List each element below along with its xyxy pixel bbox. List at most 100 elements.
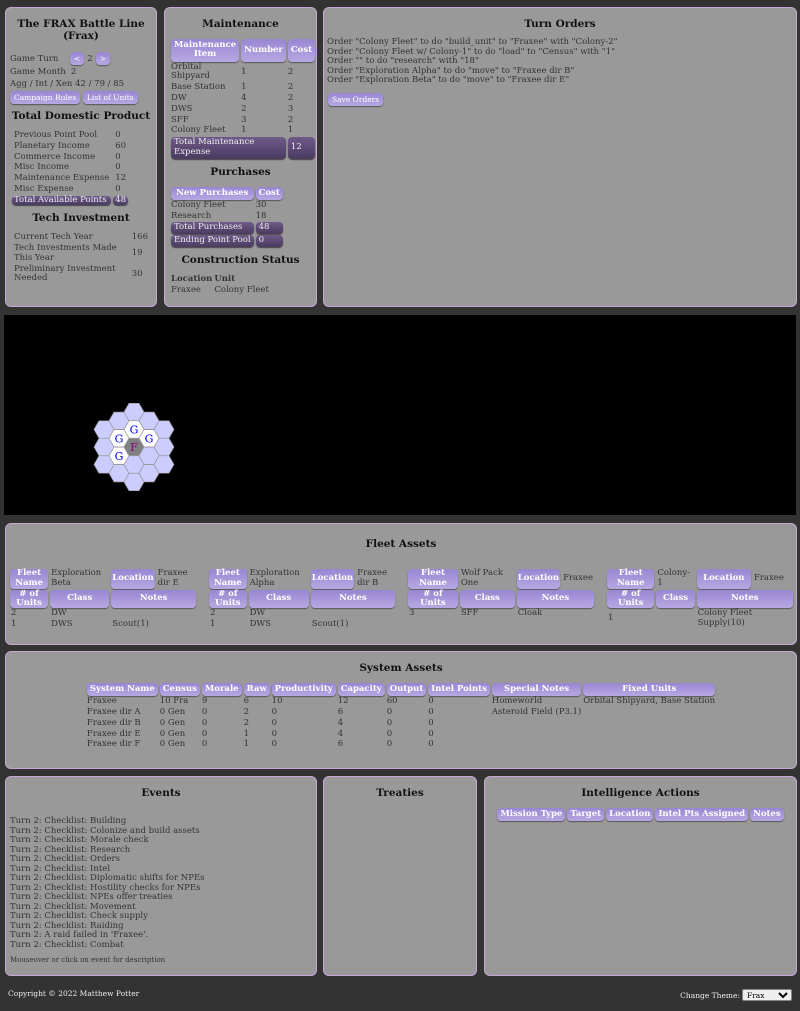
cell [656, 609, 694, 629]
table-row: Fraxee dir F 0 Gen 0 1 0 6 0 0 [87, 740, 715, 750]
cell: 0 [271, 717, 278, 728]
cell: 6 [337, 707, 344, 718]
fleet-table: Fleet Name Wolf Pack One Location Fraxee # o… [406, 568, 596, 620]
home-system-label: F [130, 441, 138, 454]
column-header: Raw [243, 683, 270, 697]
notes-header: Notes [310, 589, 395, 609]
cell: 0 Gen [159, 717, 186, 728]
tech-table: Current Tech Year 166 Tech Investments Mad… [10, 232, 152, 285]
cell [583, 740, 715, 750]
turn-orders-panel: Turn Orders Order "Colony Fleet" to do "… [323, 7, 797, 307]
list-of-units-button[interactable]: List of Units [82, 91, 138, 104]
header-row: Mission Type Target Location Intel Pts Assi… [497, 808, 784, 822]
cell: Base Station [171, 82, 226, 93]
hex-map-canvas[interactable]: GGGFG [4, 315, 796, 515]
cell: 1 [241, 82, 247, 93]
purchases-table: New Purchases Cost Colony Fleet 30 Research 1… [169, 186, 285, 248]
campaign-rules-button[interactable]: Campaign Rules [10, 91, 81, 104]
order-line: Order "Exploration Beta" to do "move" to… [327, 75, 570, 85]
cell: 2 [287, 114, 294, 125]
cell: DWS [171, 103, 193, 114]
cell: Cloak [517, 608, 543, 619]
orders-list: Order "Colony Fleet" to do "build_unit" … [327, 37, 792, 86]
cell [492, 719, 581, 729]
table-row: Fraxee dir E 0 Gen 0 1 0 4 0 0 [87, 728, 715, 740]
fleet-name-label: Fleet Name [10, 569, 49, 589]
row-value: 0 [115, 151, 121, 162]
fleet-name: Colony-1 [657, 568, 691, 588]
table-row: Orbital Shipyard 1 2 [171, 62, 315, 83]
notes-header: Notes [696, 589, 793, 609]
notes-header: Notes [111, 589, 196, 609]
class-header: Class [50, 589, 110, 609]
fleet-assets-panel: Fleet Assets Fleet Name Exploration Beta L… [5, 523, 797, 645]
cell: 0 [428, 739, 434, 750]
table-row: Planetary Income 60 [12, 141, 128, 152]
cell: 18 [255, 210, 267, 221]
cell: 0 [271, 739, 278, 750]
cell: 1 [241, 125, 247, 136]
cell: 2 [287, 82, 294, 93]
cell: Colony Fleet [171, 199, 226, 210]
colony-label: G [130, 424, 139, 437]
table-row: Misc Income 0 [12, 163, 128, 173]
purchases-title: Purchases [210, 165, 271, 178]
game-turn-label: Game Turn [10, 53, 59, 64]
cell: Fraxee [171, 284, 201, 295]
colony-label: G [115, 450, 124, 463]
cell: DWS [51, 618, 73, 629]
header-row: New Purchases Cost [171, 186, 283, 200]
events-hint: Mouseover or click on event for descript… [10, 956, 166, 964]
treaties-title: Treaties [376, 787, 424, 799]
game-month-label: Game Month [10, 67, 66, 77]
row-value: 19 [131, 248, 143, 258]
empire-subtitle: (Frax) [63, 30, 99, 42]
cell: 1 [243, 739, 249, 750]
column-header: Capacity [337, 683, 385, 697]
table-row: Base Station 1 2 [171, 82, 315, 93]
cell: 1 [11, 618, 17, 629]
save-orders-button[interactable]: Save Orders [328, 92, 384, 106]
cell: 2 [241, 103, 247, 114]
next-turn-button[interactable]: > [95, 52, 111, 65]
table-row: Colony Fleet 1 1 [171, 126, 315, 136]
row-label: Current Tech Year [14, 232, 93, 243]
fleet-columns-row: # of Units Class Notes [209, 589, 395, 609]
treaties-panel: Treaties [323, 776, 477, 976]
cell: 0 [386, 739, 393, 750]
colony-label: G [145, 432, 154, 445]
total-value: 0 [255, 235, 283, 247]
prev-turn-button[interactable]: < [70, 52, 85, 65]
column-header: Cost [255, 186, 283, 200]
row-label: Previous Point Pool [14, 130, 98, 140]
copyright: Copyright © 2022 Matthew Potter [8, 989, 140, 998]
total-label: Total Maintenance Expense [171, 137, 286, 159]
cell: 0 [201, 717, 208, 728]
cell: 12 [337, 696, 349, 707]
cell: 0 [201, 728, 208, 739]
column-header: Maintenance Item [171, 39, 240, 62]
game-turn-value: 2 [87, 53, 93, 64]
column-header: Census [159, 683, 200, 697]
class-header: Class [656, 589, 695, 609]
event-item[interactable]: Turn 2: Checklist: Combat [10, 940, 312, 951]
column-header: Mission Type [497, 808, 566, 822]
cell: 6 [243, 696, 249, 707]
cell: SFF [171, 114, 189, 125]
row-label: Misc Expense [14, 183, 74, 194]
fleet-columns-row: # of Units Class Notes [607, 589, 793, 609]
cell: 9 [201, 696, 208, 707]
cell: SFF [460, 608, 479, 619]
events-title: Events [141, 787, 181, 799]
table-row: Preliminary Investment Needed 30 [12, 264, 150, 285]
hex-map[interactable]: GGGFG [4, 315, 796, 515]
cell: DW [51, 608, 67, 619]
fleet-header-row: Fleet Name Colony-1 Location Fraxee [607, 568, 793, 589]
fleet-row: 2 DW [209, 608, 395, 619]
cell: 30 [255, 199, 267, 210]
theme-select[interactable]: Frax [742, 989, 792, 1001]
cell [111, 609, 196, 619]
cell: 3 [241, 114, 247, 125]
events-list: Turn 2: Checklist: Building Turn 2: Check… [10, 816, 312, 951]
cell: 3 [287, 103, 294, 114]
